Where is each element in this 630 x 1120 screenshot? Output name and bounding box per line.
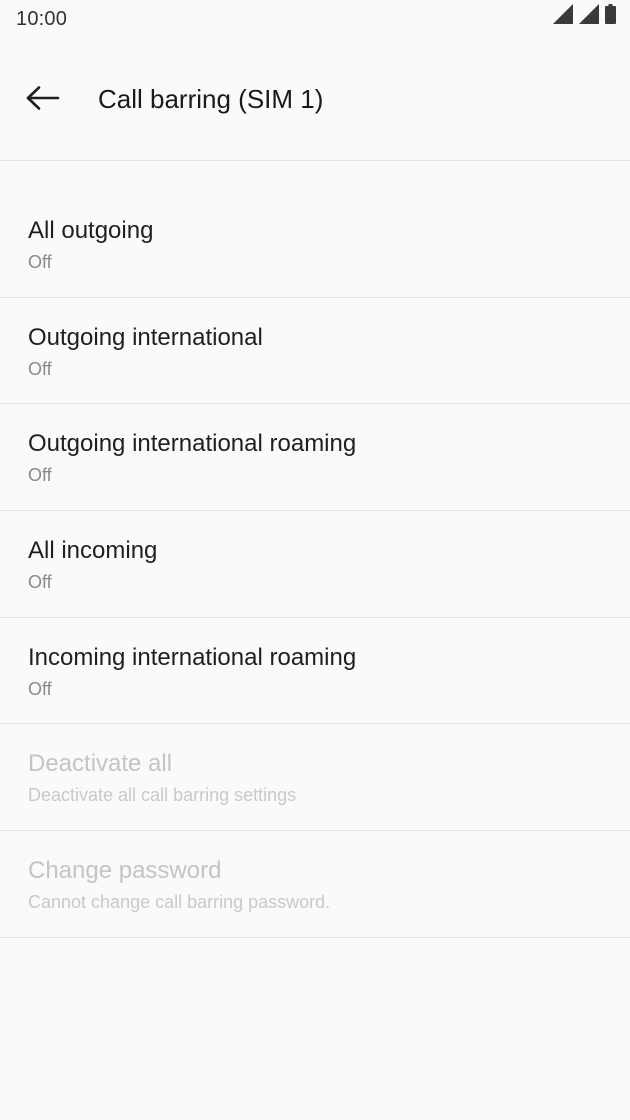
page-title: Call barring (SIM 1) (98, 84, 324, 114)
setting-item-incoming-international-roaming[interactable]: Incoming international roaming Off (0, 618, 630, 725)
setting-summary: Cannot change call barring password. (28, 892, 331, 913)
setting-summary: Off (28, 678, 52, 699)
setting-title: All outgoing (28, 217, 154, 244)
setting-title: Outgoing international (28, 323, 263, 351)
setting-summary: Off (28, 358, 52, 379)
setting-item-outgoing-international-roaming[interactable]: Outgoing international roaming Off (0, 404, 630, 512)
signal-icon (579, 4, 599, 29)
setting-summary: Deactivate all call barring settings (28, 785, 297, 806)
setting-title: Incoming international roaming (28, 643, 357, 671)
status-bar: 10:00 (0, 0, 630, 40)
setting-item-change-password: Change password Cannot change call barri… (0, 831, 630, 938)
signal-icon (553, 4, 573, 29)
arrow-back-icon (26, 85, 60, 115)
back-button[interactable] (20, 80, 66, 120)
setting-title: Deactivate all (28, 750, 173, 778)
setting-title: Outgoing international roaming (28, 430, 357, 458)
setting-item-all-outgoing[interactable]: All outgoing Off (0, 191, 630, 298)
setting-item-all-incoming[interactable]: All incoming Off (0, 511, 630, 618)
status-time: 10:00 (16, 8, 68, 30)
status-icons (553, 4, 616, 29)
setting-title: Change password (28, 857, 222, 885)
settings-list: All outgoing Off Outgoing international … (0, 191, 630, 938)
setting-summary: Off (28, 572, 52, 593)
toolbar: Call barring (SIM 1) (0, 40, 630, 161)
setting-item-deactivate-all: Deactivate all Deactivate all call barri… (0, 724, 630, 832)
setting-summary: Off (28, 465, 52, 486)
setting-item-outgoing-international[interactable]: Outgoing international Off (0, 298, 630, 405)
battery-icon (605, 4, 616, 29)
setting-title: All incoming (28, 537, 158, 565)
setting-summary: Off (28, 252, 52, 272)
